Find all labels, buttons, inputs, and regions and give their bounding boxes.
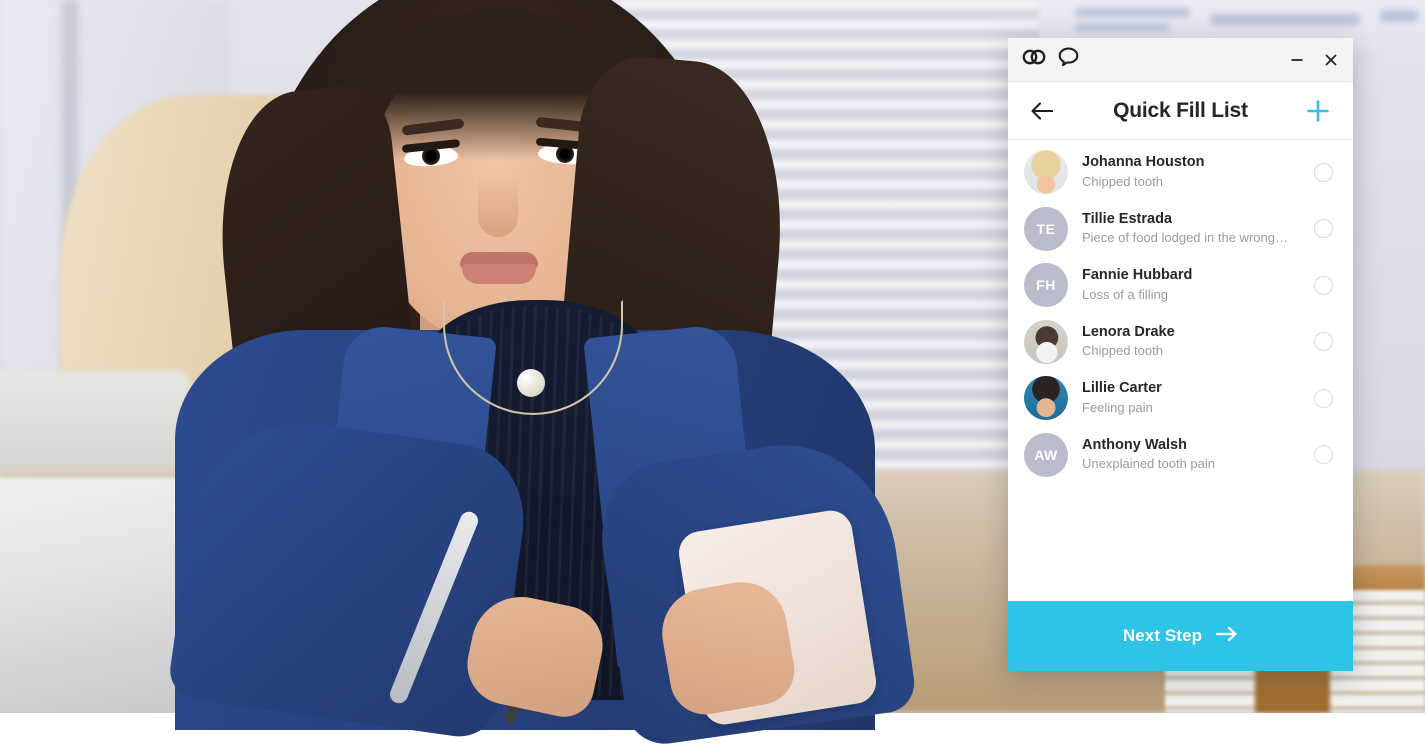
speech-bubble-icon[interactable] <box>1058 47 1079 72</box>
patient-info: Lenora Drake Chipped tooth <box>1082 323 1304 361</box>
pearl-pendant <box>517 369 545 397</box>
list-item[interactable]: Lillie Carter Feeling pain <box>1008 370 1353 427</box>
patient-info: Tillie Estrada Piece of food lodged in t… <box>1082 210 1304 248</box>
select-radio[interactable] <box>1314 332 1333 352</box>
list-item[interactable]: TE Tillie Estrada Piece of food lodged i… <box>1008 201 1353 258</box>
window-titlebar <box>1008 38 1353 82</box>
select-radio[interactable] <box>1314 162 1333 182</box>
avatar <box>1024 376 1068 421</box>
patient-reason: Feeling pain <box>1082 399 1153 415</box>
quick-fill-list-window: Quick Fill List Johanna Houston Chipped … <box>1008 38 1353 671</box>
patient-reason: Piece of food lodged in the wrong… <box>1082 230 1288 246</box>
patient-name: Fannie Hubbard <box>1082 267 1193 284</box>
list-item[interactable]: FH Fannie Hubbard Loss of a filling <box>1008 257 1353 314</box>
plus-icon <box>1307 99 1329 122</box>
patient-info: Lillie Carter Feeling pain <box>1082 379 1304 417</box>
next-step-label: Next Step <box>1122 626 1203 645</box>
avatar: AW <box>1024 432 1068 477</box>
minimize-button[interactable] <box>1287 50 1307 70</box>
list-item[interactable]: Lenora Drake Chipped tooth <box>1008 314 1353 371</box>
patient-list[interactable]: Johanna Houston Chipped tooth TE Tillie … <box>1008 140 1353 601</box>
avatar <box>1024 150 1068 195</box>
patient-name: Anthony Walsh <box>1082 436 1187 453</box>
page-title: Quick Fill List <box>1113 98 1248 122</box>
patient-reason: Chipped tooth <box>1082 343 1163 359</box>
list-item[interactable]: AW Anthony Walsh Unexplained tooth pain <box>1008 427 1353 484</box>
patient-name: Johanna Houston <box>1082 154 1205 171</box>
avatar: TE <box>1024 206 1068 251</box>
nose <box>478 175 518 237</box>
patient-info: Fannie Hubbard Loss of a filling <box>1082 266 1304 304</box>
whiteboard-scribble <box>1075 8 1190 17</box>
lip-lower <box>462 264 536 284</box>
list-item[interactable]: Johanna Houston Chipped tooth <box>1008 144 1353 201</box>
avatar-initials: TE <box>1036 220 1056 237</box>
close-button[interactable] <box>1321 50 1341 70</box>
select-radio[interactable] <box>1314 445 1333 465</box>
patient-name: Tillie Estrada <box>1082 210 1172 227</box>
select-radio[interactable] <box>1314 219 1333 239</box>
avatar-initials: AW <box>1034 446 1058 463</box>
avatar-initials: FH <box>1036 277 1056 294</box>
patient-reason: Chipped tooth <box>1082 173 1163 189</box>
patient-name: Lenora Drake <box>1082 323 1175 340</box>
titlebar-app-icons <box>1022 47 1079 72</box>
arrow-left-icon <box>1031 101 1053 120</box>
next-step-button[interactable]: Next Step <box>1008 601 1353 671</box>
app-header: Quick Fill List <box>1008 82 1353 140</box>
whiteboard-scribble <box>1380 10 1418 22</box>
patient-name: Lillie Carter <box>1082 380 1162 397</box>
patient-info: Johanna Houston Chipped tooth <box>1082 153 1304 191</box>
person-photo <box>0 0 1010 749</box>
select-radio[interactable] <box>1314 388 1333 408</box>
select-radio[interactable] <box>1314 275 1333 295</box>
back-button[interactable] <box>1028 96 1058 126</box>
avatar: FH <box>1024 263 1068 308</box>
whiteboard-scribble <box>1075 24 1170 31</box>
patient-info: Anthony Walsh Unexplained tooth pain <box>1082 436 1304 474</box>
linked-circles-icon <box>1022 48 1048 71</box>
window-controls <box>1287 50 1341 70</box>
avatar <box>1024 319 1068 364</box>
patient-reason: Loss of a filling <box>1082 286 1168 302</box>
arrow-right-icon <box>1216 626 1238 647</box>
patient-reason: Unexplained tooth pain <box>1082 456 1215 472</box>
add-patient-button[interactable] <box>1303 96 1333 126</box>
whiteboard-scribble <box>1210 14 1360 25</box>
